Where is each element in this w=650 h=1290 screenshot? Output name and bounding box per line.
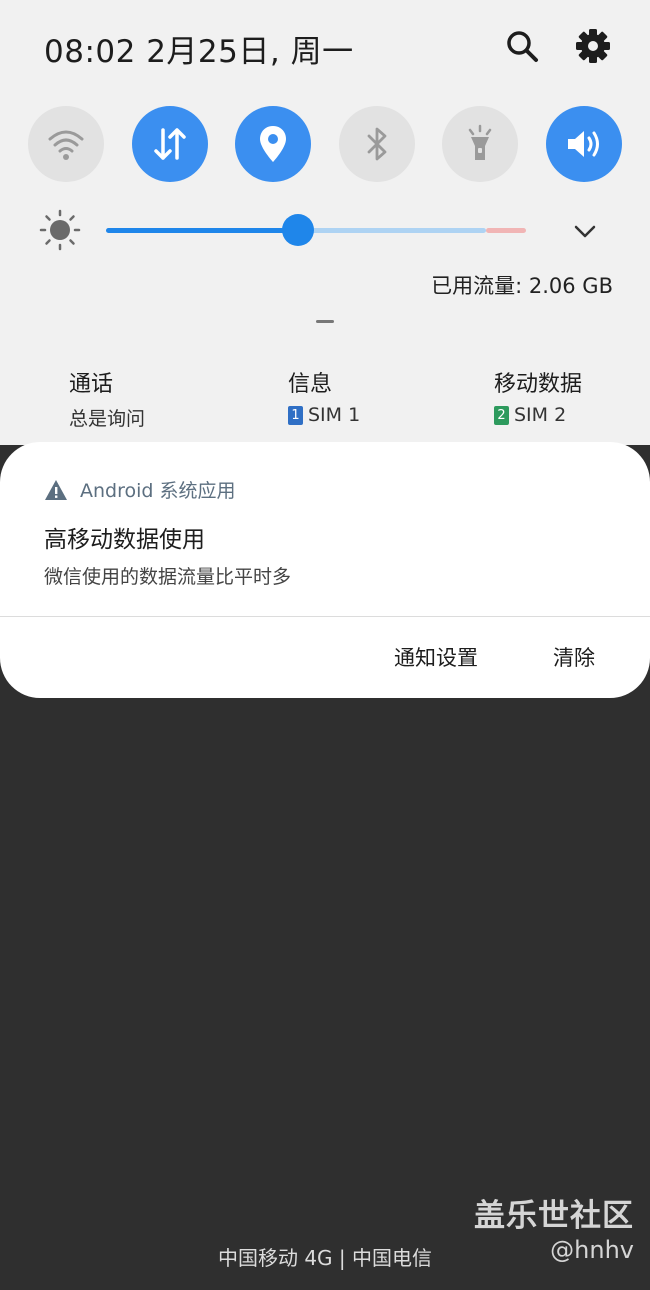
location-toggle[interactable]: [235, 106, 311, 182]
brightness-slider-track[interactable]: [298, 228, 486, 233]
flashlight-icon: [468, 124, 492, 160]
sim1-badge-icon: 1: [288, 405, 303, 425]
search-icon[interactable]: [502, 26, 542, 66]
location-pin-icon: [260, 126, 286, 162]
gear-icon[interactable]: [573, 26, 613, 66]
wifi-icon: [48, 130, 84, 160]
panel-handle[interactable]: [316, 320, 334, 323]
notification-app-name: Android 系统应用: [80, 480, 236, 502]
sim2-badge-icon: 2: [494, 405, 509, 425]
divider: [0, 616, 650, 617]
flashlight-toggle[interactable]: [442, 106, 518, 182]
brightness-icon: [39, 209, 81, 251]
sim-messages-value: SIM 1: [308, 404, 361, 426]
time-date: 08:02 2月25日, 周一: [44, 34, 354, 70]
notification-title: 高移动数据使用: [44, 527, 205, 553]
wifi-toggle[interactable]: [28, 106, 104, 182]
notification-body: 微信使用的数据流量比平时多: [44, 566, 292, 588]
notification-settings-button[interactable]: 通知设置: [394, 642, 478, 672]
mobile-data-toggle[interactable]: [132, 106, 208, 182]
sim-messages-title: 信息: [288, 372, 333, 397]
sim-calls-value: 总是询问: [69, 408, 146, 430]
watermark-title: 盖乐世社区: [474, 1198, 634, 1234]
warning-icon: [45, 479, 67, 500]
data-usage-text: 已用流量: 2.06 GB: [431, 274, 613, 298]
notification-card[interactable]: Android 系统应用 高移动数据使用 微信使用的数据流量比平时多 通知设置 …: [0, 442, 650, 698]
notification-header: Android 系统应用: [44, 476, 236, 503]
brightness-slider-fill[interactable]: [106, 228, 298, 233]
brightness-slider-high-range[interactable]: [486, 228, 526, 233]
clear-button[interactable]: 清除: [553, 642, 595, 672]
chevron-down-icon[interactable]: [572, 220, 598, 242]
sound-toggle[interactable]: [546, 106, 622, 182]
speaker-icon: [568, 131, 599, 157]
sim-mobile-data[interactable]: 移动数据 2 SIM 2: [494, 366, 582, 426]
data-arrows-icon: [154, 128, 186, 160]
sim-calls-title: 通话: [69, 372, 114, 397]
sim-mobile-data-title: 移动数据: [494, 372, 583, 397]
watermark-handle: @hnhv: [550, 1236, 634, 1264]
bluetooth-icon: [367, 127, 387, 161]
sim-messages[interactable]: 信息 1 SIM 1: [288, 366, 360, 426]
sim-mobile-data-value: SIM 2: [514, 404, 567, 426]
sim-calls[interactable]: 通话 总是询问: [69, 366, 145, 431]
brightness-slider-thumb[interactable]: [282, 214, 314, 246]
bluetooth-toggle[interactable]: [339, 106, 415, 182]
quick-panel: 08:02 2月25日, 周一 已用流量: 2.06 GB 通话 总是询问 信息…: [0, 0, 650, 445]
